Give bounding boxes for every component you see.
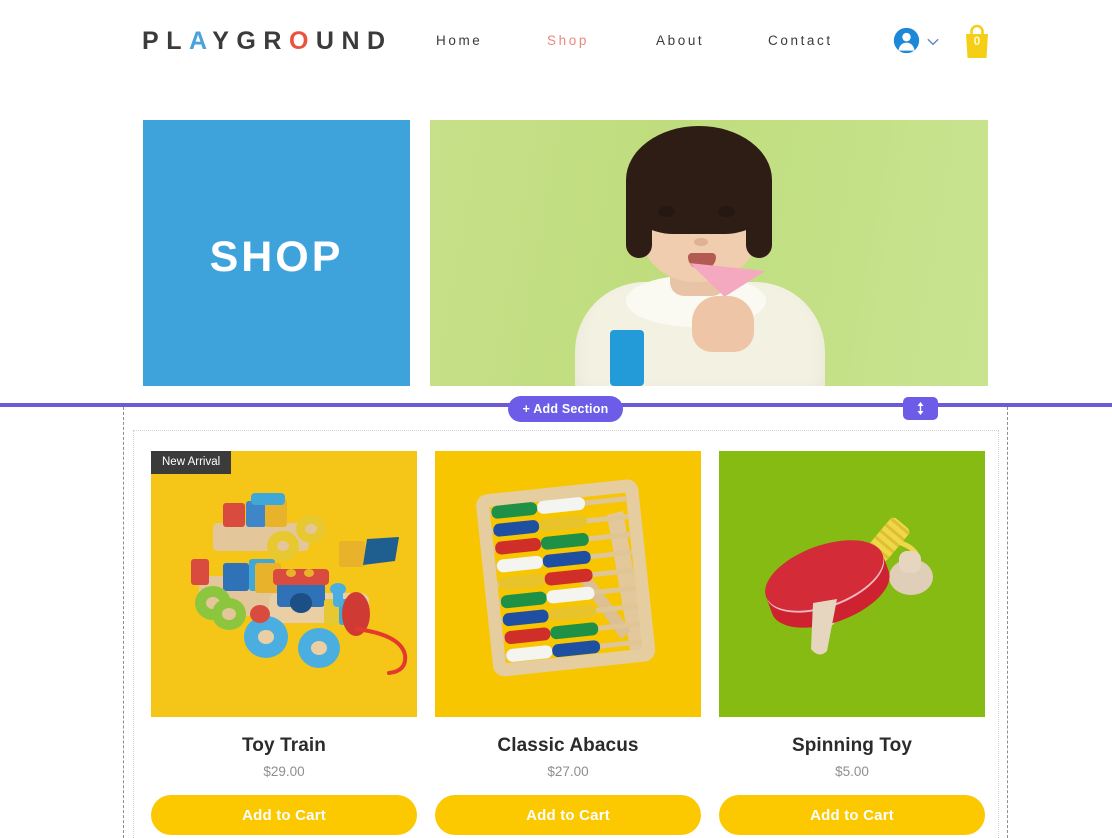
page-root: PLAYGROUND Home Shop About Contact 0 SHO… <box>0 0 1112 838</box>
main-navigation: Home Shop About Contact <box>420 33 850 57</box>
vertical-resize-arrow-icon <box>917 402 924 415</box>
product-title: Toy Train <box>242 735 326 756</box>
shopping-bag-icon[interactable] <box>960 22 994 60</box>
add-to-cart-button[interactable]: Add to Cart <box>719 795 985 835</box>
product-image-toy-train[interactable]: New Arrival <box>151 451 417 717</box>
spinning-top-artwork <box>765 517 933 655</box>
chevron-down-icon[interactable] <box>925 34 941 50</box>
abacus-artwork <box>476 479 656 677</box>
logo-letter-l: L <box>166 27 189 55</box>
editor-guide-right <box>1007 407 1008 838</box>
product-card: Classic Abacus $27.00 Add to Cart <box>435 451 701 835</box>
product-grid: New Arrival Toy Train $29.00 Add to Cart… <box>151 451 985 838</box>
logo-letter-g: G <box>236 27 264 55</box>
site-logo[interactable]: PLAYGROUND <box>142 27 393 56</box>
product-title: Spinning Toy <box>791 735 913 756</box>
hero-row: SHOP <box>0 120 1112 386</box>
site-header: PLAYGROUND Home Shop About Contact 0 <box>0 0 1112 86</box>
product-price: $29.00 <box>263 764 305 779</box>
product-card: New Arrival Toy Train $29.00 Add to Cart <box>151 451 417 835</box>
logo-letter-d: D <box>367 27 393 55</box>
logo-letter-a: A <box>188 27 213 55</box>
product-section: New Arrival Toy Train $29.00 Add to Cart… <box>133 430 999 838</box>
logo-letter-y: Y <box>212 27 237 55</box>
new-arrival-badge: New Arrival <box>151 451 232 474</box>
add-to-cart-button[interactable]: Add to Cart <box>435 795 701 835</box>
product-title: Classic Abacus <box>497 735 639 756</box>
editor-guide-left <box>123 407 124 838</box>
logo-letter-n: N <box>341 27 368 55</box>
user-avatar-icon[interactable] <box>893 27 920 54</box>
shop-banner[interactable]: SHOP <box>143 120 410 386</box>
product-price: $5.00 <box>835 764 869 779</box>
logo-letter-r: R <box>263 27 289 55</box>
nav-item-contact[interactable]: Contact <box>768 33 833 48</box>
toy-train-artwork <box>191 493 408 675</box>
product-image-classic-abacus[interactable] <box>435 451 701 717</box>
shop-banner-title: SHOP <box>209 233 344 281</box>
section-resize-handle[interactable] <box>903 397 938 420</box>
nav-item-about[interactable]: About <box>656 33 704 48</box>
add-section-button[interactable]: + Add Section <box>508 396 623 422</box>
blue-block-toy <box>610 330 644 386</box>
nav-item-home[interactable]: Home <box>436 33 482 48</box>
product-card: Spinning Toy $5.00 Add to Cart <box>719 451 985 835</box>
logo-letter-p: P <box>142 27 167 55</box>
product-price: $27.00 <box>547 764 589 779</box>
logo-letter-u: U <box>315 27 342 55</box>
add-to-cart-button[interactable]: Add to Cart <box>151 795 417 835</box>
account-menu[interactable] <box>893 25 953 61</box>
nav-item-shop[interactable]: Shop <box>547 33 589 48</box>
child-illustration <box>430 120 988 386</box>
logo-letter-o: O <box>288 27 316 55</box>
product-image-spinning-toy[interactable] <box>719 451 985 717</box>
hero-photo[interactable] <box>430 120 988 386</box>
cart-button[interactable]: 0 <box>960 22 994 60</box>
